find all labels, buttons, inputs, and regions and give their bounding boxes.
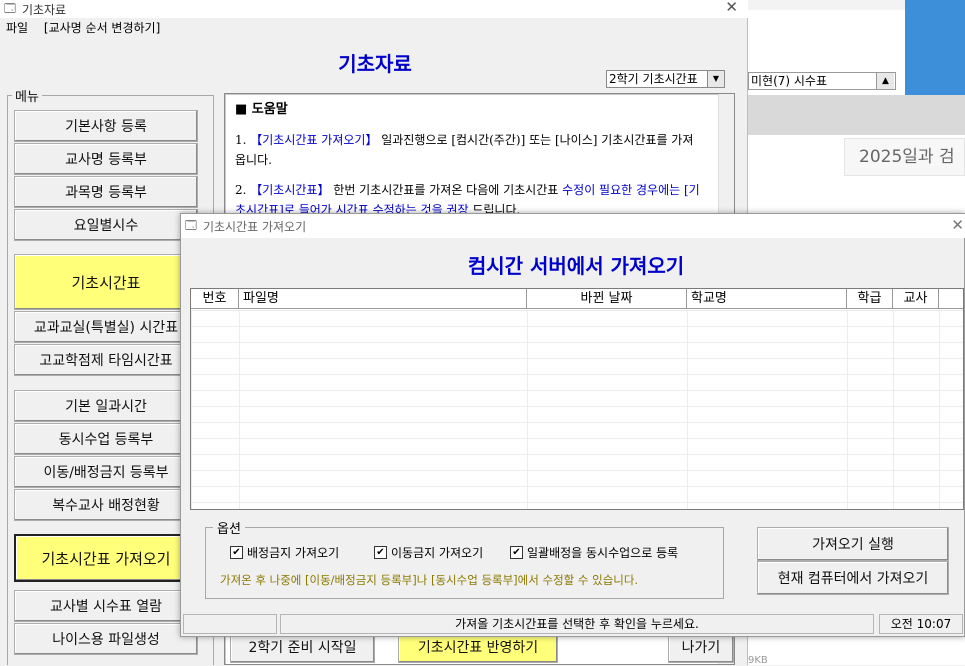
menu-daily-hours-button[interactable]: 요일별시수 xyxy=(14,209,198,241)
column-header-date[interactable]: 바뀐 날짜 xyxy=(527,289,687,309)
page-title: 기초자료 xyxy=(338,52,412,76)
move-ban-import-checkbox[interactable]: ✔ 이동금지 가져오기 xyxy=(374,544,483,561)
file-list-header: 번호 파일명 바뀐 날짜 학교명 학급 교사 xyxy=(191,289,963,309)
background-search-text: 2025일과 검 xyxy=(859,147,955,167)
checkbox-check-icon[interactable]: ✔ xyxy=(510,546,523,559)
status-message: 가져올 기초시간표를 선택한 후 확인을 누르세요. xyxy=(280,614,874,634)
menu-base-timetable-button[interactable]: 기초시간표 xyxy=(14,254,198,310)
menu-basic-schedule-button[interactable]: 기본 일과시간 xyxy=(14,390,198,422)
main-title-bar: 🗔 기초자료 ✕ xyxy=(0,0,748,18)
checkbox-check-icon[interactable]: ✔ xyxy=(374,546,387,559)
column-header-class[interactable]: 학급 xyxy=(847,289,893,309)
menu-simultaneous-class-button[interactable]: 동시수업 등록부 xyxy=(14,423,198,455)
semester-combo-value: 2학기 기초시간표 xyxy=(609,72,698,86)
main-window-title: 기초자료 xyxy=(21,2,67,17)
background-size-label: 9KB xyxy=(748,655,768,666)
chevron-down-icon[interactable]: ▼ xyxy=(707,71,724,87)
menu-group-label: 메뉴 xyxy=(12,86,42,105)
column-header-school[interactable]: 학교명 xyxy=(687,289,847,309)
options-label: 옵션 xyxy=(213,518,245,537)
menu-import-timetable-button[interactable]: 기초시간표 가져오기 xyxy=(14,534,198,582)
menu-file[interactable]: 파일 xyxy=(6,21,28,35)
menubar: 파일 [교사명 순서 변경하기] xyxy=(0,18,748,38)
background-scroll-button[interactable]: ▲ xyxy=(876,73,894,89)
background-strip xyxy=(748,0,905,10)
help-title: ■ 도움말 xyxy=(235,102,288,117)
menu-credit-timetable-button[interactable]: 고교학점제 타임시간표 xyxy=(14,344,198,376)
help-item-1: 1. 【기초시간표 가져오기】 일과진행으로 [컴시간(주간)] 또는 [나이스… xyxy=(235,133,694,167)
background-gray-band xyxy=(748,95,965,135)
dialog-heading: 컴시간 서버에서 가져오기 xyxy=(467,254,685,278)
close-icon[interactable]: ✕ xyxy=(725,0,738,16)
menu-basic-settings-button[interactable]: 기본사항 등록 xyxy=(14,110,198,142)
import-dialog: 🗔 기초시간표 가져오기 ✕ 컴시간 서버에서 가져오기 번호 파일명 바뀐 날… xyxy=(180,213,965,637)
background-accent-panel xyxy=(905,0,965,95)
background-list-item: 미현(7) 시수표 xyxy=(751,74,828,88)
menu-subject-register-button[interactable]: 과목명 등록부 xyxy=(14,176,198,208)
background-list-row[interactable]: 미현(7) 시수표 xyxy=(748,72,896,90)
dialog-app-icon: 🗔 xyxy=(185,218,197,232)
checkbox-check-icon[interactable]: ✔ xyxy=(230,546,243,559)
column-divider xyxy=(527,310,528,509)
ban-import-checkbox[interactable]: ✔ 배정금지 가져오기 xyxy=(230,544,339,561)
local-import-button[interactable]: 현재 컴퓨터에서 가져오기 xyxy=(757,561,949,595)
column-header-filename[interactable]: 파일명 xyxy=(239,289,527,309)
menu-teacher-hours-button[interactable]: 교사별 시수표 열람 xyxy=(14,590,198,622)
column-divider xyxy=(239,310,240,509)
dialog-close-icon[interactable]: ✕ xyxy=(951,216,964,234)
status-time: 오전 10:07 xyxy=(879,614,963,634)
menu-teacher-register-button[interactable]: 교사명 등록부 xyxy=(14,143,198,175)
column-divider xyxy=(939,310,940,509)
options-note: 가져온 후 나중에 [이동/배정금지 등록부]나 [동시수업 등록부]에서 수정… xyxy=(220,573,639,587)
dialog-title-bar: 🗔 기초시간표 가져오기 ✕ xyxy=(181,214,965,238)
menu-neis-file-button[interactable]: 나이스용 파일생성 xyxy=(14,623,198,655)
help-link-import[interactable]: 【기초시간표 가져오기】 xyxy=(250,133,377,147)
column-divider xyxy=(687,310,688,509)
column-divider xyxy=(893,310,894,509)
semester-combo[interactable]: 2학기 기초시간표 ▼ xyxy=(606,70,725,88)
column-header-number[interactable]: 번호 xyxy=(191,289,239,309)
bulk-assign-checkbox[interactable]: ✔ 일괄배정을 동시수업으로 등록 xyxy=(510,544,678,561)
menu-classroom-timetable-button[interactable]: 교과교실(특별실) 시간표 xyxy=(14,311,198,343)
dialog-title: 기초시간표 가져오기 xyxy=(202,219,307,234)
menu-multi-teacher-button[interactable]: 복수교사 배정현황 xyxy=(14,489,198,521)
status-bar: 가져올 기초시간표를 선택한 후 확인을 누르세요. 오전 10:07 xyxy=(181,613,965,637)
options-group xyxy=(205,527,724,599)
column-header-teacher[interactable]: 교사 xyxy=(893,289,939,309)
background-search-field[interactable]: 2025일과 검 xyxy=(844,138,965,176)
app-icon: 🗔 xyxy=(4,1,16,15)
file-list[interactable]: 번호 파일명 바뀐 날짜 학교명 학급 교사 xyxy=(190,288,964,510)
menu-reorder-teachers[interactable]: [교사명 순서 변경하기] xyxy=(44,21,160,35)
status-cell-blank xyxy=(183,614,277,634)
run-import-button[interactable]: 가져오기 실행 xyxy=(757,527,949,561)
menu-move-ban-button[interactable]: 이동/배정금지 등록부 xyxy=(14,456,198,488)
column-divider xyxy=(847,310,848,509)
help-link-base[interactable]: 【기초시간표】 xyxy=(250,183,329,197)
